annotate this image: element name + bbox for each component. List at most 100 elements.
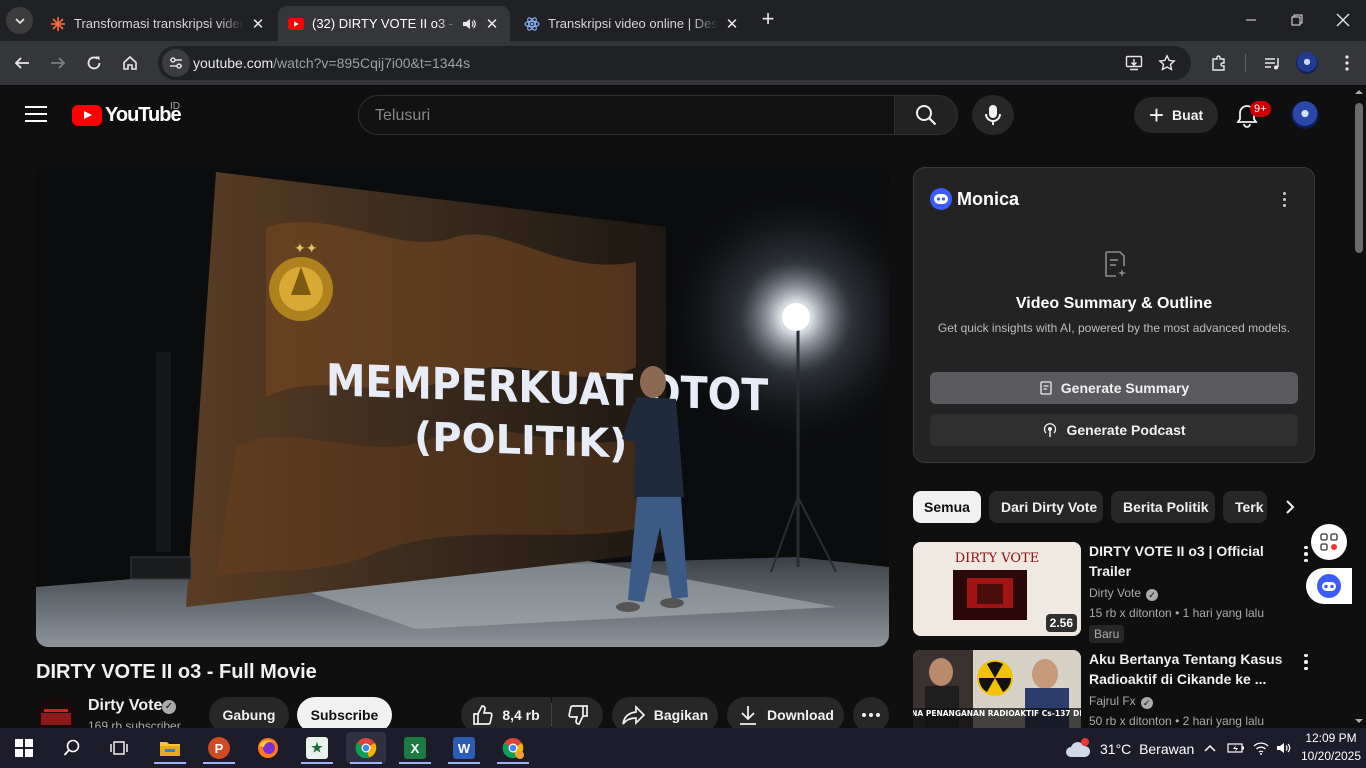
weather-text[interactable]: 31°C Berawan xyxy=(1100,741,1194,757)
home-icon xyxy=(123,55,137,70)
task-view-button[interactable] xyxy=(99,732,139,764)
notification-badge: 9+ xyxy=(1250,101,1271,117)
scrollbar-thumb[interactable] xyxy=(1355,103,1363,253)
country-code: ID xyxy=(170,101,180,112)
browser-tab-3[interactable]: Transkripsi video online | Desgn ✕ xyxy=(514,6,750,41)
recommendation-thumbnail[interactable]: DIRTY VOTE 2.56 xyxy=(913,542,1081,636)
thumbs-up-icon xyxy=(473,705,493,725)
svg-text:✦✦: ✦✦ xyxy=(294,241,318,257)
video-player[interactable]: ✦✦ MEMPERKUAT OTOT (POLITIK) xyxy=(36,167,889,647)
url-path: /watch?v=895Cqij7i00&t=1344s xyxy=(273,55,471,71)
chip-from-channel[interactable]: Dari Dirty Vote xyxy=(989,491,1103,523)
sunburst-icon xyxy=(50,16,66,32)
create-button[interactable]: + Buat xyxy=(1134,97,1218,133)
sticky-app[interactable]: ★ xyxy=(297,732,337,764)
word-icon: W xyxy=(453,737,475,759)
recommendation-more-button[interactable] xyxy=(1298,650,1314,674)
channel-name[interactable]: Dirty Vote xyxy=(88,697,162,715)
firefox-app[interactable] xyxy=(248,732,288,764)
tune-icon xyxy=(170,57,182,69)
temperature: 31°C xyxy=(1100,741,1132,757)
speaker-icon[interactable] xyxy=(462,17,478,31)
chip-label: Berita Politik xyxy=(1123,499,1209,515)
new-tab-button[interactable]: + xyxy=(758,8,778,31)
close-tab-icon[interactable]: ✕ xyxy=(250,15,266,33)
start-button[interactable] xyxy=(4,732,44,764)
monica-apps-button[interactable] xyxy=(1311,524,1347,560)
generate-podcast-button[interactable]: Generate Podcast xyxy=(930,414,1298,446)
browser-tab-1[interactable]: Transformasi transkripsi video W ✕ xyxy=(40,6,276,41)
restore-button[interactable] xyxy=(1274,0,1320,40)
recommendation-thumbnail[interactable]: BAGAIMANA PENANGANAN RADIOAKTIF Cs-137 D… xyxy=(913,650,1081,728)
plus-icon: + xyxy=(1148,100,1165,130)
chrome-app[interactable] xyxy=(346,732,386,764)
overlay-text-line2: (POLITIK) xyxy=(414,414,627,467)
home-button[interactable] xyxy=(115,48,145,78)
bookmark-star-icon[interactable] xyxy=(1157,53,1177,73)
search-input[interactable] xyxy=(375,105,875,127)
show-hidden-icons-button[interactable] xyxy=(1196,732,1224,764)
browser-tab-2[interactable]: (32) DIRTY VOTE II o3 - Full ✕ xyxy=(278,6,510,41)
generate-summary-button[interactable]: Generate Summary xyxy=(930,372,1298,404)
account-avatar[interactable] xyxy=(1291,101,1319,129)
extensions-button[interactable] xyxy=(1204,48,1234,78)
download-label: Download xyxy=(767,707,834,723)
powerpoint-app[interactable]: P xyxy=(199,732,239,764)
address-bar[interactable]: youtube.com/watch?v=895Cqij7i00&t=1344s xyxy=(158,46,1191,80)
cloud-icon xyxy=(1066,738,1091,757)
guide-menu-button[interactable] xyxy=(22,101,50,129)
clock-date[interactable]: 10/20/2025 xyxy=(1300,749,1362,763)
scroll-down-icon xyxy=(1355,719,1363,723)
clock-time[interactable]: 12:09 PM xyxy=(1300,731,1362,745)
media-controls-button[interactable] xyxy=(1257,48,1287,78)
battery-indicator[interactable] xyxy=(1224,732,1248,764)
volume-indicator[interactable] xyxy=(1272,732,1296,764)
youtube-logo[interactable]: YouTube xyxy=(72,104,182,127)
forward-button[interactable] xyxy=(43,48,73,78)
search-box[interactable] xyxy=(358,95,895,135)
monica-chat-button[interactable] xyxy=(1306,568,1352,604)
word-app[interactable]: W xyxy=(444,732,484,764)
chips-next-button[interactable] xyxy=(1276,493,1304,521)
folder-icon xyxy=(160,742,180,756)
youtube-icon xyxy=(288,16,304,32)
video-frame: ✦✦ MEMPERKUAT OTOT (POLITIK) xyxy=(36,167,889,647)
recommendation-title[interactable]: DIRTY VOTE II o3 | Official Trailer xyxy=(1089,541,1285,581)
star-app-icon: ★ xyxy=(306,737,328,759)
youtube-masthead: YouTube ID + Buat xyxy=(0,85,1352,145)
back-button[interactable] xyxy=(7,48,37,78)
file-explorer-app[interactable] xyxy=(150,732,190,764)
minimize-button[interactable] xyxy=(1228,0,1274,40)
monica-more-button[interactable] xyxy=(1276,186,1292,212)
more-horizontal-icon xyxy=(862,713,880,717)
search-button[interactable] xyxy=(894,95,958,135)
close-tab-icon[interactable]: ✕ xyxy=(724,15,740,33)
reload-button[interactable] xyxy=(79,48,109,78)
close-tab-icon[interactable]: ✕ xyxy=(484,15,500,33)
thumbs-down-icon xyxy=(567,705,588,725)
close-window-button[interactable] xyxy=(1320,0,1366,40)
browser-profile-avatar[interactable] xyxy=(1296,52,1318,74)
chip-related[interactable]: Terk xyxy=(1223,491,1267,523)
chip-label: Terk xyxy=(1235,499,1264,515)
url-text[interactable]: youtube.com/watch?v=895Cqij7i00&t=1344s xyxy=(193,55,470,71)
browser-menu-button[interactable] xyxy=(1332,48,1362,78)
chevron-up-icon xyxy=(1204,744,1216,752)
chrome-profile-app[interactable] xyxy=(493,732,533,764)
recommendation-title[interactable]: Aku Bertanya Tentang Kasus Radioaktif di… xyxy=(1089,649,1285,689)
site-info-button[interactable] xyxy=(162,49,190,77)
voice-search-button[interactable] xyxy=(972,95,1014,135)
recommendation-channel[interactable]: Fajrul Fx ✓ xyxy=(1089,694,1153,709)
create-label: Buat xyxy=(1172,107,1204,123)
recommendation-channel[interactable]: Dirty Vote ✓ xyxy=(1089,586,1159,601)
search-icon xyxy=(63,739,80,756)
chip-all[interactable]: Semua xyxy=(913,491,981,523)
youtube-play-icon xyxy=(72,105,102,126)
install-app-icon[interactable] xyxy=(1124,53,1144,73)
tab-search-button[interactable] xyxy=(6,7,33,34)
weather-widget[interactable] xyxy=(1058,732,1098,764)
excel-app[interactable]: X xyxy=(395,732,435,764)
wifi-indicator[interactable] xyxy=(1249,732,1273,764)
taskbar-search-button[interactable] xyxy=(52,732,92,764)
chip-politics-news[interactable]: Berita Politik xyxy=(1111,491,1215,523)
